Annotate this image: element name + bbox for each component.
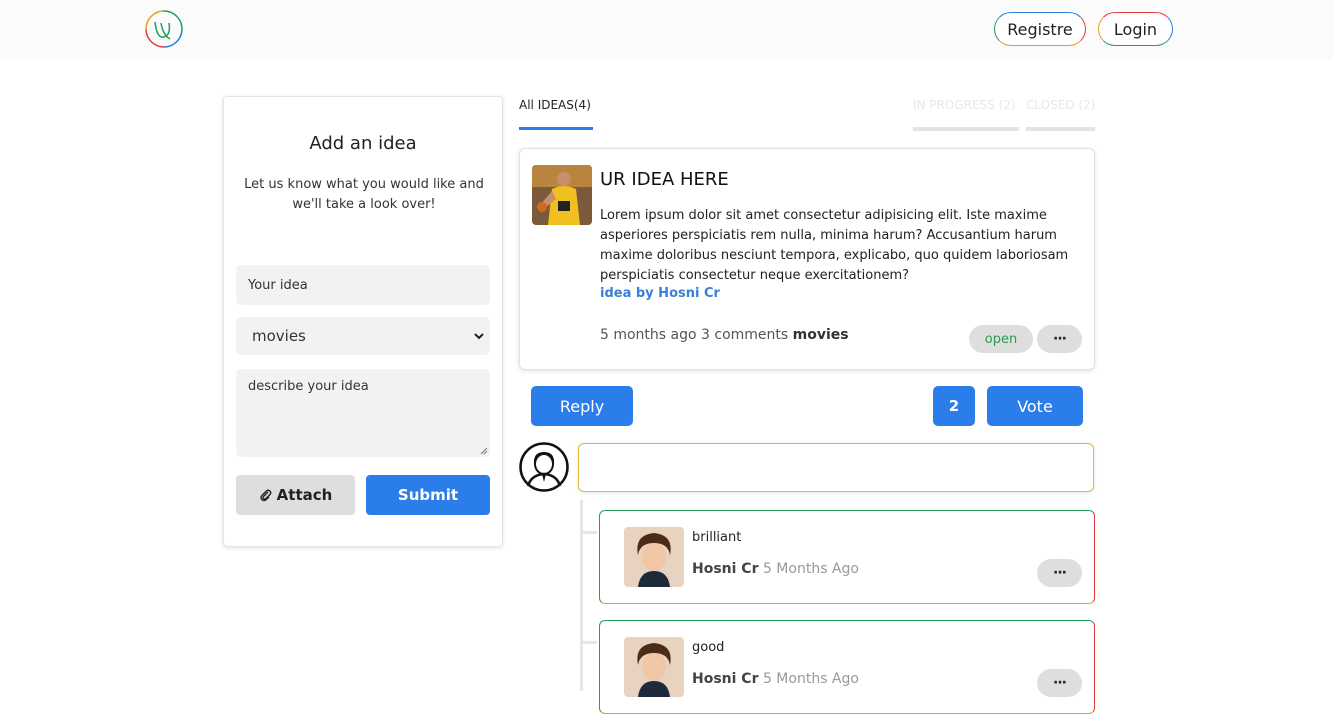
description-placeholder: describe your idea (248, 379, 369, 394)
thread-connector (582, 641, 597, 644)
idea-input[interactable]: Your idea (236, 265, 490, 305)
add-idea-card: Add an idea Let us know what you would l… (223, 96, 503, 547)
chevron-down-icon (474, 333, 484, 340)
comment-more-button[interactable]: ··· (1037, 559, 1082, 587)
add-idea-subtitle: Let us know what you would like and we'l… (244, 177, 484, 212)
comment-time: 5 Months Ago (762, 561, 859, 577)
idea-author-link[interactable]: idea by Hosni Cr (600, 286, 720, 301)
comment-author: Hosni Cr (692, 671, 759, 687)
comment-text: good (692, 640, 725, 655)
add-idea-title: Add an idea (309, 133, 417, 154)
idea-description: Lorem ipsum dolor sit amet consectetur a… (600, 208, 1069, 283)
comment-time: 5 Months Ago (762, 671, 859, 687)
comment-meta: Hosni Cr 5 Months Ago (692, 671, 859, 687)
vote-button[interactable]: Vote (987, 386, 1083, 426)
submit-button[interactable]: Submit (366, 475, 490, 515)
idea-title: UR IDEA HERE (600, 169, 729, 190)
swirl-logo-icon[interactable] (144, 9, 184, 49)
thread-line (580, 500, 583, 691)
idea-meta: 5 months ago 3 comments movies (600, 327, 849, 343)
idea-time: 5 months ago (600, 327, 697, 343)
idea-more-button[interactable]: ··· (1037, 325, 1082, 353)
tab-all-active-indicator (519, 127, 593, 130)
reply-button[interactable]: Reply (531, 386, 633, 426)
user-avatar-icon (519, 442, 569, 492)
category-select[interactable]: movies (236, 317, 490, 355)
tab-all-ideas[interactable]: All IDEAS(4) (519, 98, 591, 112)
comment-author-photo (624, 637, 684, 697)
reply-input[interactable] (578, 443, 1094, 492)
description-textarea[interactable]: describe your idea (236, 369, 490, 457)
top-bar: Registre Login (0, 0, 1333, 60)
comment-meta: Hosni Cr 5 Months Ago (692, 561, 859, 577)
resize-grip-icon[interactable] (480, 447, 488, 455)
comment-author-photo (624, 527, 684, 587)
idea-author-photo (532, 165, 592, 225)
category-selected-value: movies (252, 327, 306, 345)
idea-category: movies (792, 327, 849, 343)
comment-text: brilliant (692, 530, 742, 545)
idea-card: UR IDEA HERE Lorem ipsum dolor sit amet … (519, 148, 1095, 370)
attach-label: Attach (276, 486, 333, 504)
attach-button[interactable]: Attach (236, 475, 355, 515)
tab-closed-indicator (1026, 127, 1095, 131)
paperclip-icon (260, 489, 272, 502)
comment-item: good Hosni Cr 5 Months Ago ··· (599, 620, 1095, 714)
comment-author: Hosni Cr (692, 561, 759, 577)
tab-closed[interactable]: CLOSED (2) (1026, 98, 1095, 112)
status-badge: open (969, 325, 1033, 353)
idea-comment-count[interactable]: 3 comments (701, 327, 788, 343)
register-button[interactable]: Registre (994, 12, 1086, 46)
vote-count: 2 (933, 386, 975, 426)
comment-more-button[interactable]: ··· (1037, 669, 1082, 697)
tab-in-progress-indicator (913, 127, 1019, 131)
tab-in-progress[interactable]: IN PROGRESS (2) (913, 98, 1016, 112)
login-button[interactable]: Login (1098, 12, 1173, 46)
comment-item: brilliant Hosni Cr 5 Months Ago ··· (599, 510, 1095, 604)
thread-connector (582, 531, 597, 534)
